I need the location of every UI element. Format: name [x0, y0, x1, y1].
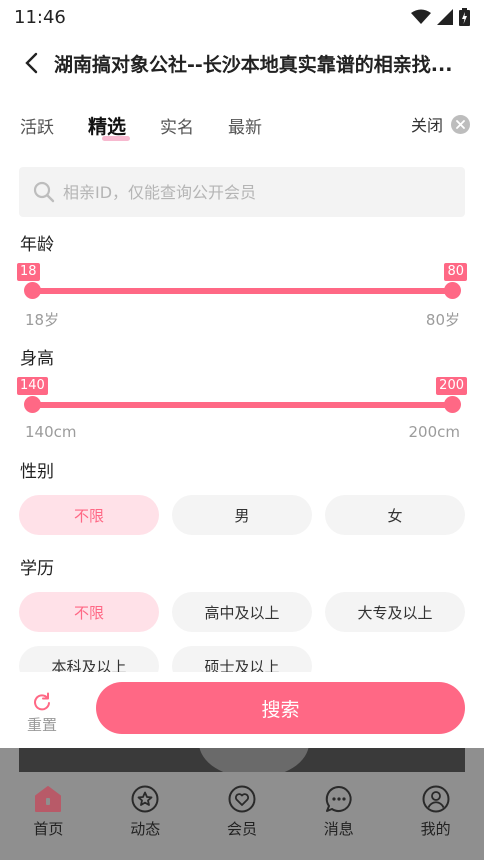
search-box: [19, 167, 465, 217]
search-button[interactable]: 搜索: [96, 682, 465, 734]
age-max-badge: 80: [444, 263, 467, 281]
wifi-icon: [411, 9, 431, 24]
profile-photo: [19, 748, 465, 772]
tab-newest[interactable]: 最新: [228, 113, 262, 138]
height-range-track: [32, 402, 454, 408]
age-min-badge: 18: [17, 263, 40, 281]
gender-options: 不限 男 女: [19, 495, 465, 535]
bottom-tab-bar: 首页 动态 会员 消息 我的: [0, 772, 484, 860]
back-button[interactable]: [16, 48, 46, 78]
home-icon: [33, 784, 63, 814]
tabbar-label-profile: 我的: [420, 820, 451, 838]
page-title: 湖南搞对象公社--长沙本地真实靠谱的相亲找...: [54, 53, 453, 76]
heart-circle-icon: [227, 784, 257, 814]
education-option-master[interactable]: 硕士及以上: [172, 646, 312, 672]
chevron-left-icon: [25, 52, 38, 74]
age-range-track: [32, 288, 454, 294]
education-option-high-school[interactable]: 高中及以上: [172, 592, 312, 632]
status-bar: 11:46: [0, 0, 484, 34]
action-bar: 重置 搜索: [0, 672, 484, 748]
tab-active[interactable]: 活跃: [20, 113, 54, 138]
age-range-slider[interactable]: 18 80 18岁 80岁: [17, 263, 467, 343]
tabbar-item-moments[interactable]: 动态: [97, 772, 194, 860]
height-max-badge: 200: [436, 377, 467, 395]
height-label: 身高: [20, 349, 54, 369]
education-option-college[interactable]: 大专及以上: [325, 592, 465, 632]
signal-icon: [437, 9, 453, 25]
tabbar-label-messages: 消息: [323, 820, 354, 838]
tabbar-label-moments: 动态: [130, 820, 161, 838]
education-options: 不限 高中及以上 大专及以上 本科及以上 硕士及以上: [19, 592, 465, 672]
height-min-thumb[interactable]: [24, 396, 41, 413]
height-min-caption: 140cm: [25, 423, 77, 441]
close-button[interactable]: 关闭: [411, 112, 470, 136]
gender-option-female[interactable]: 女: [325, 495, 465, 535]
height-range-slider[interactable]: 140 200 140cm 200cm: [17, 377, 467, 457]
user-circle-icon: [421, 784, 451, 814]
reset-label: 重置: [26, 715, 57, 734]
tabbar-item-profile[interactable]: 我的: [387, 772, 484, 860]
close-label: 关闭: [410, 116, 443, 135]
tabbar-label-home: 首页: [33, 820, 64, 838]
tabbar-item-home[interactable]: 首页: [0, 772, 97, 860]
chat-bubble-icon: [324, 784, 354, 814]
gender-label: 性别: [20, 462, 54, 482]
search-input[interactable]: [63, 182, 443, 202]
age-min-caption: 18岁: [25, 311, 60, 329]
filter-tabs: 活跃 精选 实名 最新 关闭: [0, 104, 484, 146]
refresh-icon: [34, 692, 50, 710]
tab-featured[interactable]: 精选: [88, 112, 131, 141]
search-icon: [33, 181, 55, 203]
tabbar-item-members[interactable]: 会员: [194, 772, 291, 860]
tabbar-item-messages[interactable]: 消息: [290, 772, 387, 860]
close-circle-icon: [451, 114, 470, 134]
tab-verified[interactable]: 实名: [160, 113, 194, 138]
height-min-badge: 140: [17, 377, 48, 395]
reset-button[interactable]: 重置: [0, 692, 84, 735]
gender-option-any[interactable]: 不限: [19, 495, 159, 535]
battery-charging-icon: [459, 8, 470, 26]
gender-option-male[interactable]: 男: [172, 495, 312, 535]
education-option-any[interactable]: 不限: [19, 592, 159, 632]
status-time: 11:46: [14, 6, 66, 28]
star-circle-icon: [130, 784, 160, 814]
age-label: 年龄: [20, 235, 54, 255]
education-option-bachelor[interactable]: 本科及以上: [19, 646, 159, 672]
age-max-thumb[interactable]: [444, 282, 461, 299]
age-max-caption: 80岁: [425, 311, 460, 329]
education-label: 学历: [20, 559, 54, 579]
age-min-thumb[interactable]: [24, 282, 41, 299]
title-bar: 湖南搞对象公社--长沙本地真实靠谱的相亲找...: [0, 36, 484, 90]
height-max-thumb[interactable]: [444, 396, 461, 413]
status-icons: [411, 8, 470, 26]
tabbar-label-members: 会员: [226, 820, 257, 838]
height-max-caption: 200cm: [408, 423, 461, 441]
